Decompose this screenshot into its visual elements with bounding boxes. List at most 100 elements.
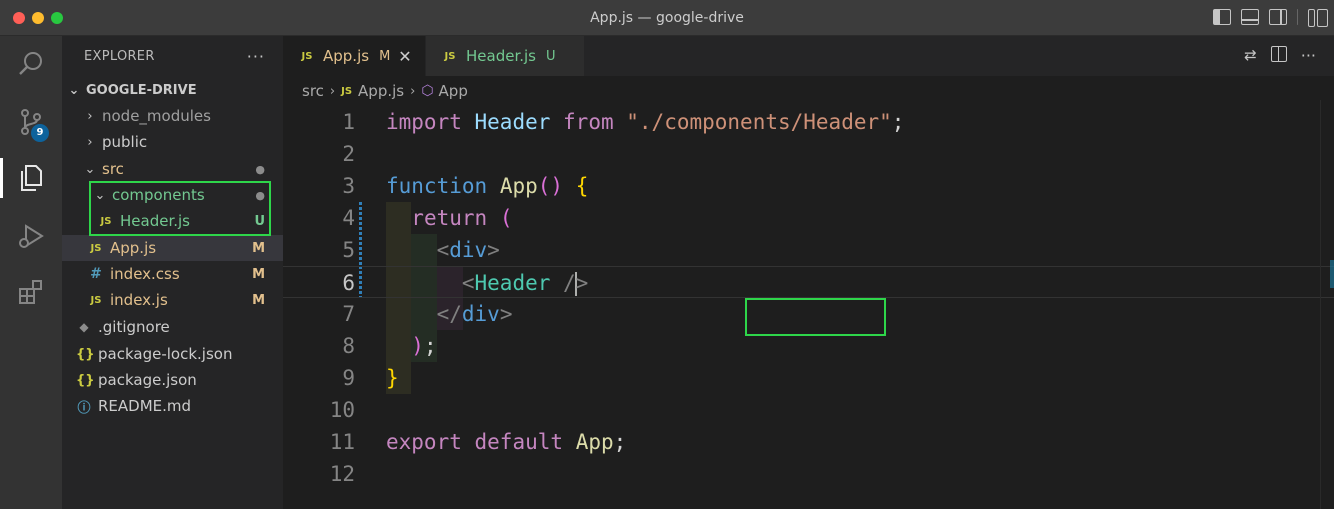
css-file-icon: # <box>90 266 102 282</box>
tree-item-label: index.js <box>110 291 168 309</box>
code-line: 4 return ( <box>283 202 1334 234</box>
layout-controls <box>1213 9 1328 27</box>
header-component-highlight-box <box>745 298 886 336</box>
js-file-icon: JS <box>90 242 102 254</box>
root-folder-label: GOOGLE-DRIVE <box>86 82 197 98</box>
code-line: 12 <box>283 458 1334 490</box>
activity-run-debug[interactable] <box>0 208 62 264</box>
run-debug-icon <box>19 224 44 248</box>
explorer-title: EXPLORER <box>84 48 155 64</box>
toggle-primary-sidebar-icon[interactable] <box>1213 9 1231 25</box>
chevron-right-icon: › <box>87 134 93 150</box>
window-title: App.js — google-drive <box>590 10 744 26</box>
activity-explorer[interactable] <box>0 150 62 206</box>
title-bar: App.js — google-drive <box>0 0 1334 36</box>
code-line: 11 export default App; <box>283 426 1334 458</box>
components-highlight-box <box>89 181 271 236</box>
json-file-icon: {} <box>76 372 95 388</box>
breadcrumb-symbol[interactable]: App <box>439 82 468 100</box>
line-number: 2 <box>342 142 355 166</box>
tree-item-label: public <box>102 133 148 151</box>
line-content: export default App; <box>386 430 627 454</box>
code-line: 3 function App() { <box>283 170 1334 202</box>
line-number: 9 <box>342 366 355 390</box>
more-actions-icon[interactable]: ··· <box>247 47 265 66</box>
activity-source-control[interactable]: 9 <box>0 94 62 150</box>
line-content: return ( <box>411 206 513 230</box>
code-line: 2 <box>283 138 1334 170</box>
code-line: 1 import Header from "./components/Heade… <box>283 106 1334 138</box>
chevron-right-icon: › <box>410 83 416 99</box>
tree-item-label: .gitignore <box>98 318 170 336</box>
line-number: 3 <box>342 174 355 198</box>
scrollbar-thumb[interactable] <box>1330 260 1334 288</box>
activity-extensions[interactable] <box>0 264 62 320</box>
editor-group: JS App.js M ✕ JS Header.js U ⇄ ··· src ›… <box>283 36 1334 509</box>
tree-item-label: index.css <box>110 265 180 283</box>
modified-status: M <box>252 292 265 308</box>
tree-item-package-json[interactable]: {} package.json <box>62 367 283 393</box>
line-content: <div> <box>436 238 500 262</box>
tree-item-index-css[interactable]: # index.css M <box>62 261 283 287</box>
search-icon <box>19 52 42 75</box>
tab-untracked-status: U <box>546 48 556 64</box>
close-icon[interactable]: ✕ <box>398 47 411 66</box>
folder-root[interactable]: ⌄ GOOGLE-DRIVE <box>62 77 283 103</box>
line-content: function App() { <box>386 174 589 198</box>
line-number: 8 <box>342 334 355 358</box>
modified-dot-icon: ● <box>255 162 265 176</box>
tree-item-public[interactable]: › public <box>62 129 283 155</box>
tree-item-label: src <box>102 160 124 178</box>
extensions-icon <box>19 280 42 304</box>
js-file-icon: JS <box>301 50 313 62</box>
code-line: 10 <box>283 394 1334 426</box>
chevron-down-icon: ⌄ <box>84 161 96 177</box>
tree-item-gitignore[interactable]: ◆ .gitignore <box>62 314 283 340</box>
tab-bar: JS App.js M ✕ JS Header.js U ⇄ ··· <box>283 36 1334 76</box>
chevron-down-icon: ⌄ <box>68 82 80 98</box>
line-number: 6 <box>342 271 355 295</box>
tree-item-index-js[interactable]: JS index.js M <box>62 287 283 313</box>
line-number: 11 <box>329 430 355 454</box>
editor-scrollbar[interactable] <box>1320 100 1334 509</box>
toggle-secondary-sidebar-icon[interactable] <box>1269 9 1287 25</box>
split-editor-icon[interactable] <box>1270 46 1287 62</box>
code-line-current: 6 <Header /> <box>283 266 1334 298</box>
tree-item-package-lock-json[interactable]: {} package-lock.json <box>62 341 283 367</box>
line-number: 12 <box>329 462 355 486</box>
line-number: 10 <box>329 398 355 422</box>
more-actions-icon[interactable]: ··· <box>1301 46 1316 65</box>
breadcrumb-folder[interactable]: src <box>302 82 324 100</box>
explorer-header: EXPLORER ··· <box>62 36 283 76</box>
open-changes-icon[interactable]: ⇄ <box>1244 46 1257 65</box>
breadcrumb: src › JS App.js › ⬡ App <box>302 80 468 102</box>
tab-header-js[interactable]: JS Header.js U <box>426 36 584 76</box>
files-icon <box>21 165 42 191</box>
chevron-right-icon: › <box>87 108 93 124</box>
line-content: <Header /> <box>461 271 589 296</box>
tree-item-label: App.js <box>110 239 157 257</box>
code-line: 9 } <box>283 362 1334 394</box>
tree-item-readme-md[interactable]: ⓘ README.md <box>62 393 283 419</box>
explorer-sidebar: EXPLORER ··· ⌄ GOOGLE-DRIVE › node_modul… <box>62 36 283 509</box>
line-content: import Header from "./components/Header"… <box>386 110 905 134</box>
line-content: ); <box>411 334 437 358</box>
json-file-icon: {} <box>76 346 95 362</box>
symbol-method-icon: ⬡ <box>421 83 434 99</box>
js-file-icon: JS <box>90 294 102 306</box>
tree-item-node-modules[interactable]: › node_modules <box>62 103 283 129</box>
toggle-panel-icon[interactable] <box>1241 9 1259 25</box>
tree-item-src[interactable]: ⌄ src ● <box>62 156 283 182</box>
breadcrumb-file[interactable]: App.js <box>358 82 404 100</box>
activity-bar: 9 <box>0 36 62 509</box>
customize-layout-icon[interactable] <box>1308 9 1328 27</box>
tab-label: Header.js <box>466 47 536 65</box>
tab-app-js[interactable]: JS App.js M ✕ <box>283 36 425 76</box>
line-content: </div> <box>436 302 513 326</box>
activity-search[interactable] <box>0 36 62 92</box>
tree-item-app-js[interactable]: JS App.js M <box>62 235 283 261</box>
tree-item-label: package-lock.json <box>98 345 233 363</box>
layout-divider <box>1297 9 1298 25</box>
info-file-icon: ⓘ <box>77 400 91 416</box>
line-content: } <box>386 366 399 390</box>
